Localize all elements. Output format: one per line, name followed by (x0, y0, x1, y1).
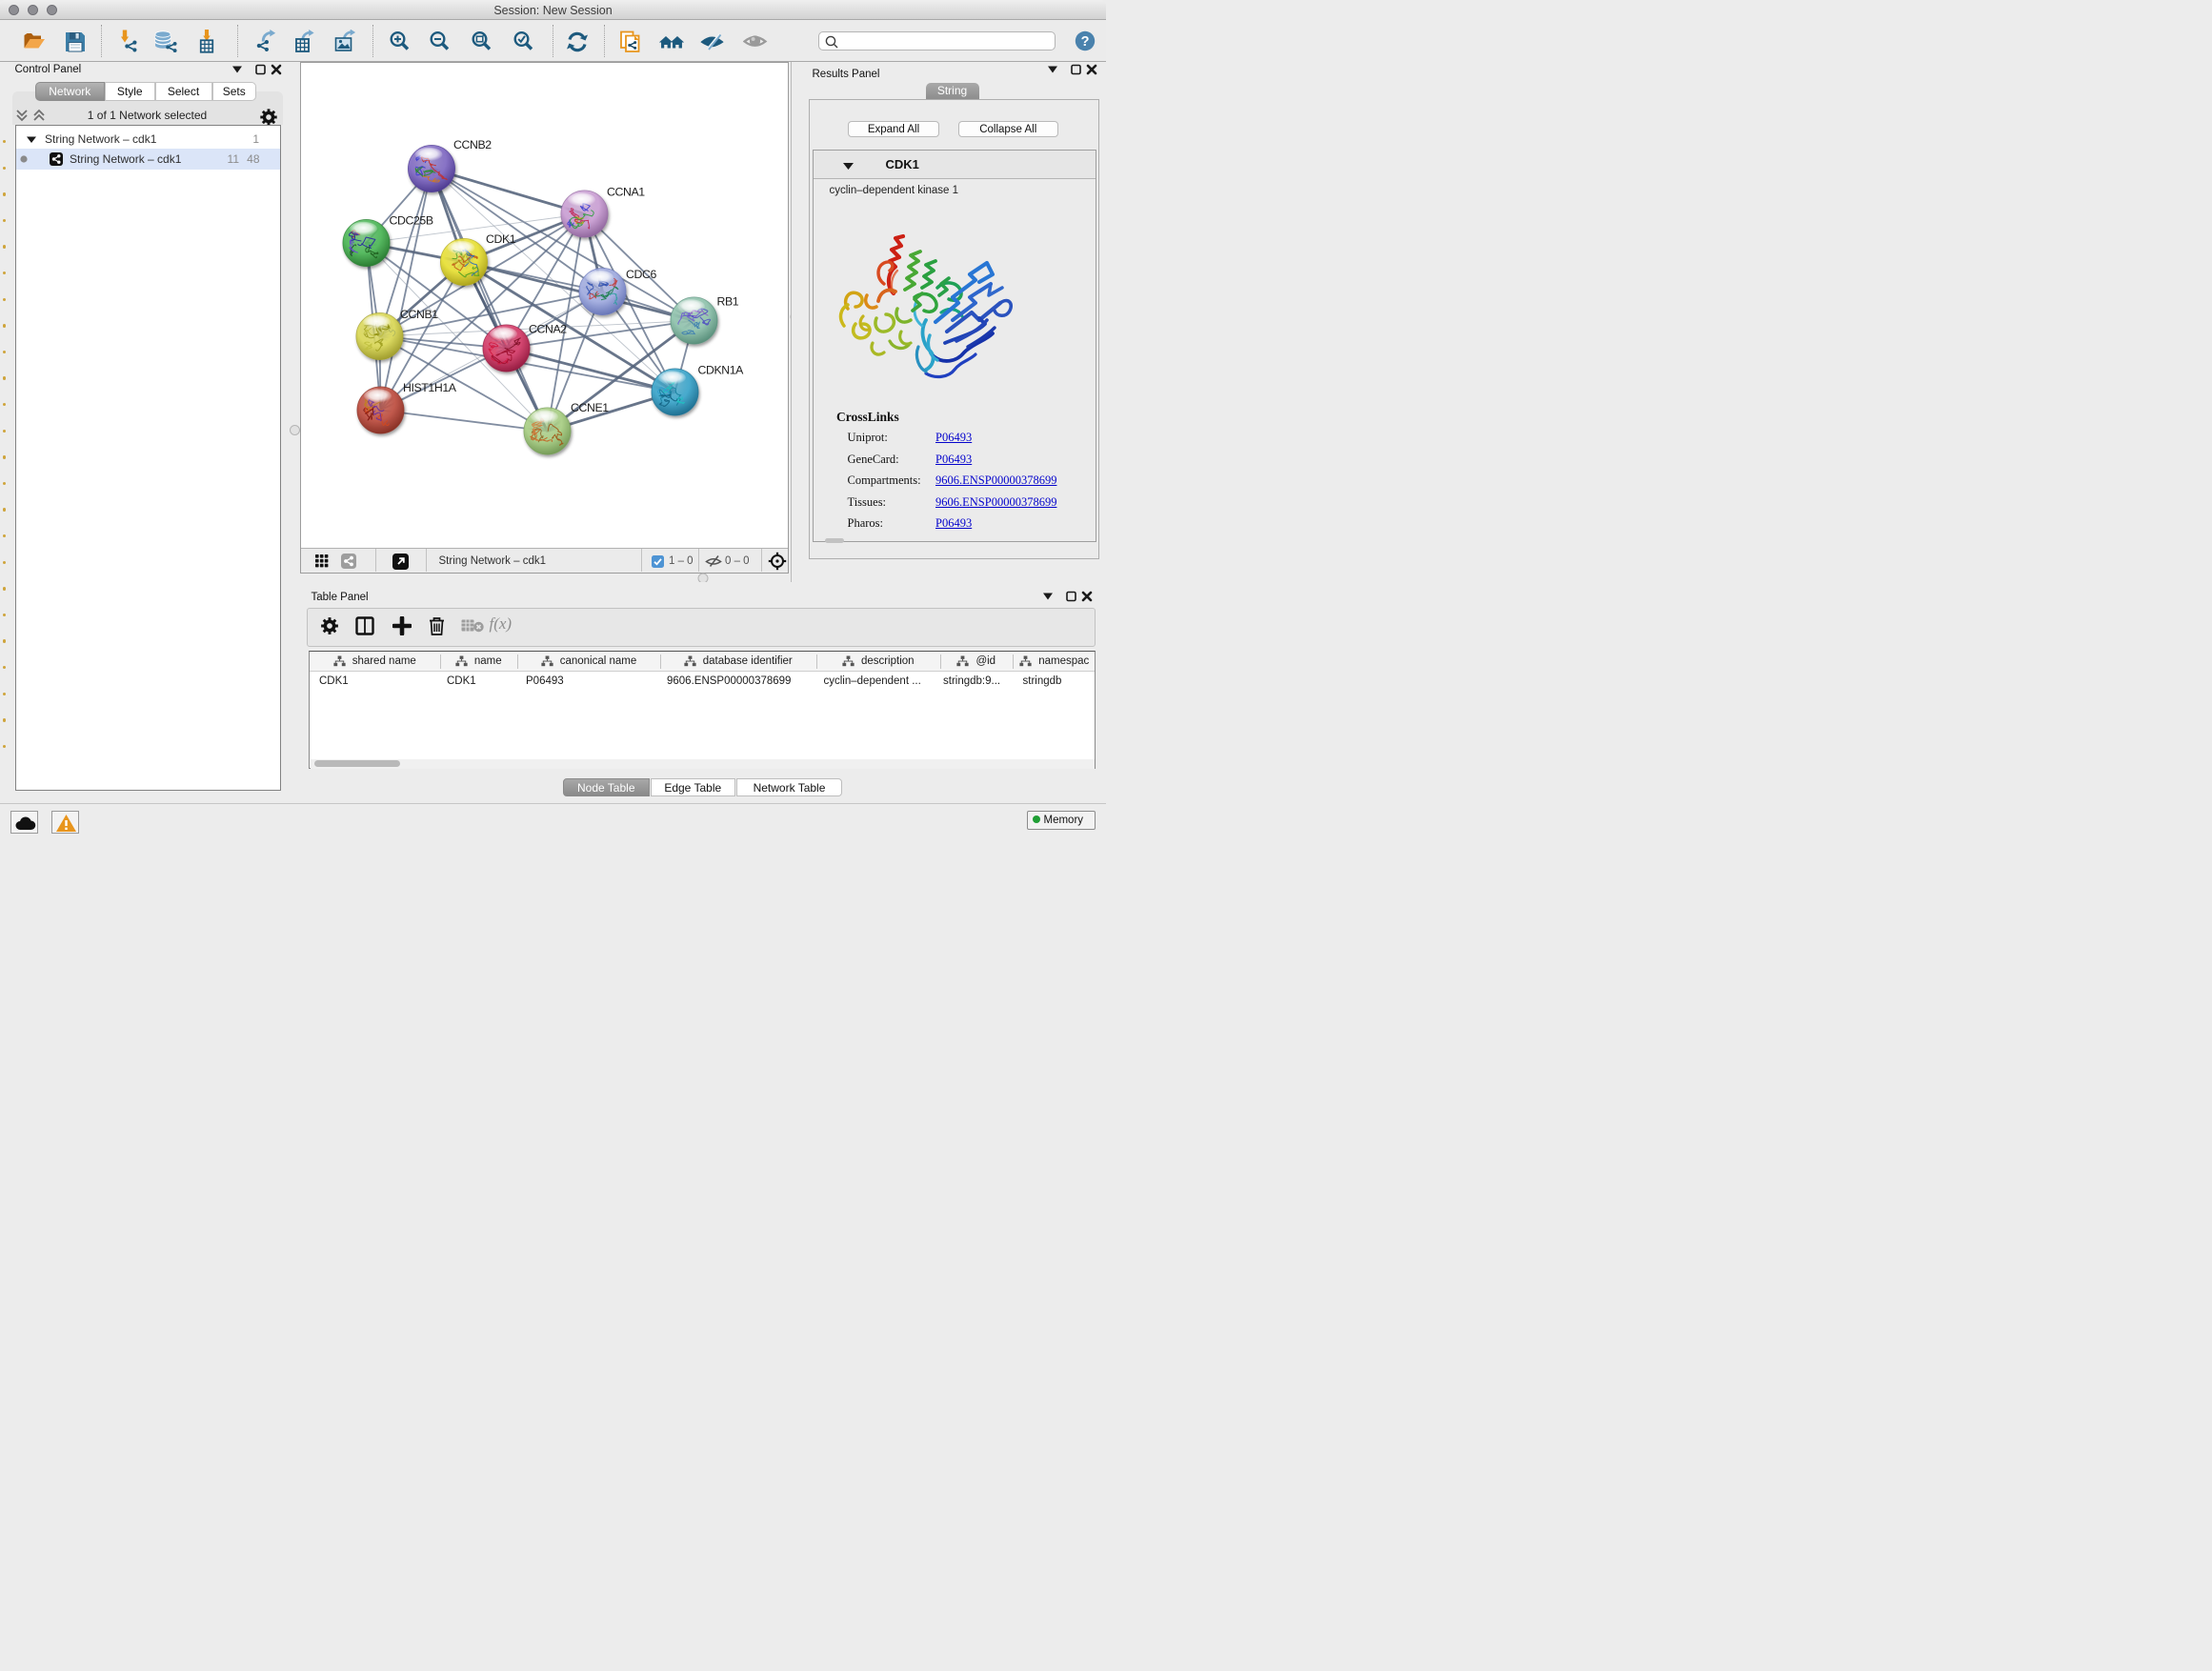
svg-text:?: ? (1080, 34, 1089, 50)
svg-text:CCNA1: CCNA1 (607, 186, 645, 199)
svg-text:CCNA2: CCNA2 (529, 323, 567, 336)
svg-text:CDC25B: CDC25B (389, 214, 432, 228)
svg-text:RB1: RB1 (716, 295, 738, 309)
svg-text:CDKN1A: CDKN1A (697, 364, 744, 377)
svg-text:HIST1H1A: HIST1H1A (403, 381, 457, 394)
svg-text:CDK1: CDK1 (486, 232, 516, 246)
svg-text:CCNE1: CCNE1 (571, 401, 609, 414)
svg-text:CCNB1: CCNB1 (400, 308, 438, 321)
svg-text:CCNB2: CCNB2 (453, 138, 492, 151)
svg-text:CDC6: CDC6 (626, 268, 656, 281)
